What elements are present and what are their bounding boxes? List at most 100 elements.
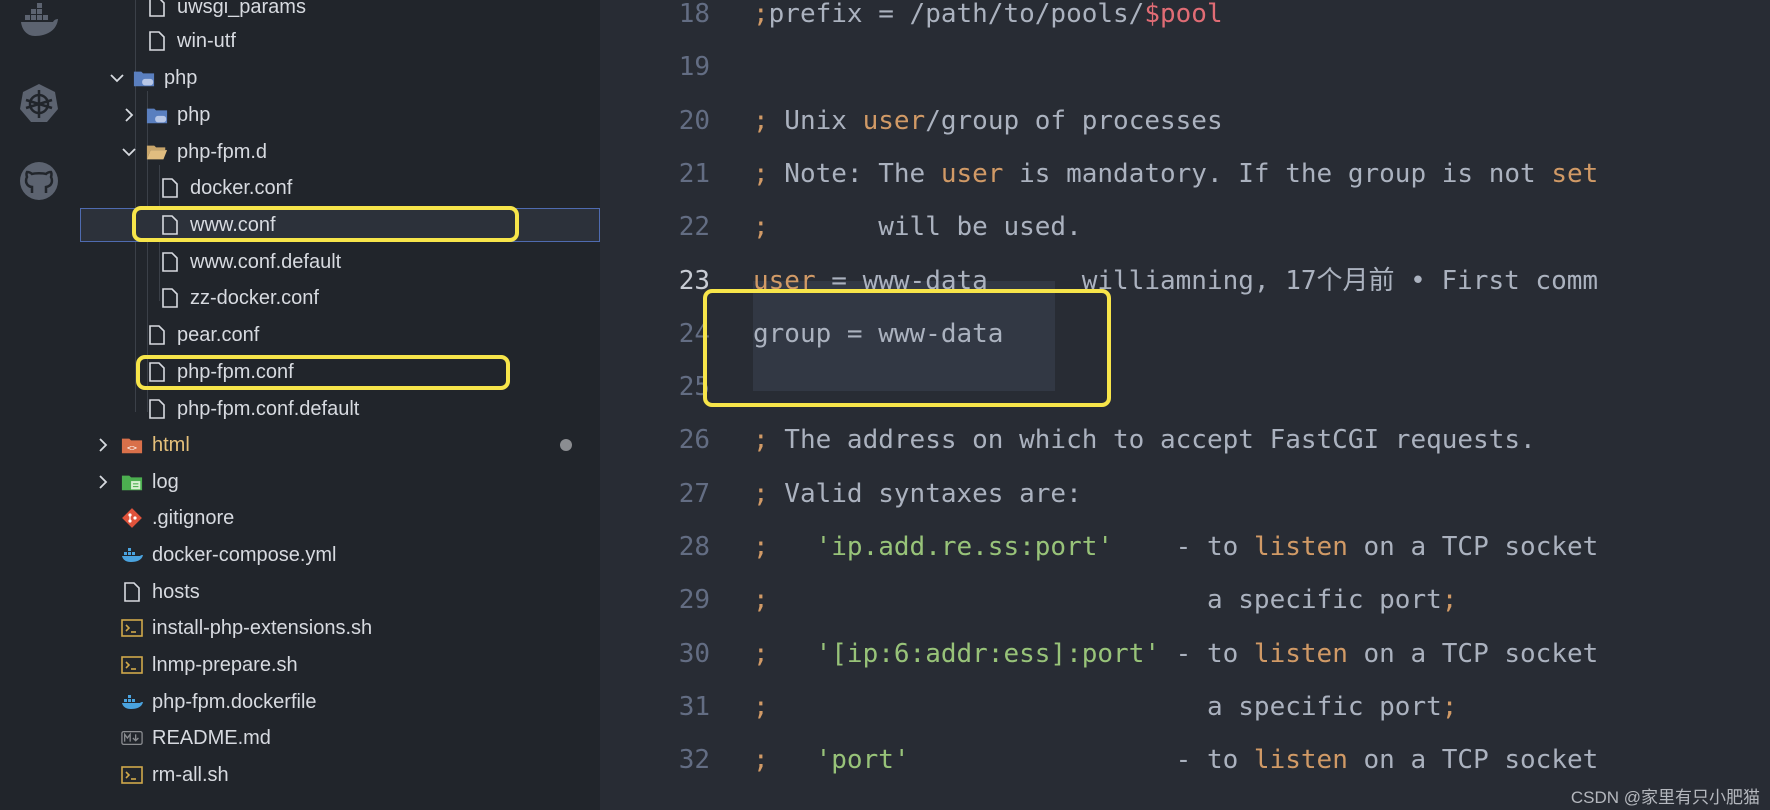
code-editor[interactable]: 18 ;prefix = /path/to/pools/$pool 19 20; Un… xyxy=(600,0,1770,810)
line-number: 29 xyxy=(678,585,710,616)
tree-item-rm-all[interactable]: rm-all.sh xyxy=(80,758,600,792)
code-token: ; xyxy=(753,0,769,29)
code-line[interactable]: 27; Valid syntaxes are: xyxy=(600,468,1770,521)
log-folder-icon xyxy=(121,471,143,493)
file-icon xyxy=(121,581,143,603)
tree-item-php-fpm-d[interactable]: php-fpm.d xyxy=(80,135,600,169)
code-line[interactable]: 26; The address on which to accept FastC… xyxy=(600,414,1770,467)
code-token: Unix xyxy=(768,105,863,136)
code-token: listen xyxy=(1253,532,1348,562)
file-icon xyxy=(146,0,168,18)
file-explorer: uwsgi_params win-utf php php php-fpm.d d… xyxy=(80,0,600,810)
code-text: ; a specific port; xyxy=(753,681,1457,734)
tree-item-hosts[interactable]: hosts xyxy=(80,575,600,609)
code-token: - to xyxy=(1160,638,1254,669)
code-token: - to xyxy=(1113,532,1254,562)
tree-item-www-conf-default[interactable]: www.conf.default xyxy=(80,245,600,279)
tree-item-label: php xyxy=(177,103,211,126)
file-icon xyxy=(146,324,168,346)
code-line[interactable]: 19 xyxy=(600,41,1770,94)
tree-item-pear-conf[interactable]: pear.conf xyxy=(80,318,600,352)
kubernetes-icon[interactable] xyxy=(18,82,60,124)
tree-item-log[interactable]: log xyxy=(80,465,600,499)
tree-item-docker-compose[interactable]: docker-compose.yml xyxy=(80,538,600,572)
terminal-icon xyxy=(121,654,143,676)
code-text: ; '[ip:6:addr:ess]:port' - to listen on … xyxy=(753,628,1598,681)
tree-item-html[interactable]: <> html xyxy=(80,428,600,462)
github-icon[interactable] xyxy=(18,160,60,202)
code-text: ; 'ip.add.re.ss:port' - to listen on a T… xyxy=(753,521,1598,574)
code-token: prefix = /path/to/pools/ xyxy=(768,0,1145,29)
code-line[interactable]: 28 ; 'ip.add.re.ss:port' - to listen on a… xyxy=(600,521,1770,574)
code-line[interactable]: 22 ; will be used. xyxy=(600,201,1770,254)
tree-item-label: uwsgi_params xyxy=(177,0,306,18)
docker-icon[interactable] xyxy=(18,0,60,42)
code-token: /group of processes xyxy=(925,105,1223,136)
tree-item-readme[interactable]: README.md xyxy=(80,721,600,755)
code-token: a specific port xyxy=(768,691,1442,722)
chevron-right-icon[interactable] xyxy=(122,108,136,122)
code-line[interactable]: 21 ; Note: The user is mandatory. If the … xyxy=(600,148,1770,201)
tree-item-gitignore[interactable]: .gitignore xyxy=(80,501,600,535)
code-token: 'ip.add.re.ss:port' xyxy=(815,532,1114,562)
code-line[interactable]: 29; a specific port; xyxy=(600,574,1770,627)
line-number: 21 xyxy=(678,158,710,189)
file-icon xyxy=(146,30,168,52)
tree-item-php-folder[interactable]: php xyxy=(80,61,600,95)
tree-item-label: php xyxy=(164,66,198,89)
code-text: ;prefix = /path/to/pools/$pool xyxy=(753,0,1223,41)
highlight-box xyxy=(703,289,1111,407)
code-token: a specific port xyxy=(768,585,1442,616)
tree-item-install-php-extensions[interactable]: install-php-extensions.sh xyxy=(80,611,600,645)
chevron-right-icon[interactable] xyxy=(96,438,110,452)
code-line[interactable]: 32; 'port' - to listen on a TCP socket xyxy=(600,734,1770,787)
chevron-right-icon[interactable] xyxy=(96,475,110,489)
tree-item-label: pear.conf xyxy=(177,323,260,346)
line-number: 24 xyxy=(678,318,710,349)
line-number: 31 xyxy=(678,691,710,722)
chevron-down-icon[interactable] xyxy=(122,145,136,159)
line-number: 18 xyxy=(678,0,710,29)
code-token: ; xyxy=(753,638,769,669)
line-number: 22 xyxy=(678,212,710,243)
tree-item-php-fpm-conf-default[interactable]: php-fpm.conf.default xyxy=(80,392,600,426)
tree-item-label: php-fpm.dockerfile xyxy=(152,690,317,713)
php-folder-icon xyxy=(146,104,168,126)
line-number: 28 xyxy=(678,532,710,562)
code-token: Valid syntaxes are: xyxy=(768,478,1082,509)
code-token: user xyxy=(940,158,1004,189)
tree-item-label: .gitignore xyxy=(152,506,235,529)
tree-item-zz-docker-conf[interactable]: zz-docker.conf xyxy=(80,281,600,315)
code-token: ; xyxy=(753,532,769,562)
tree-item-uwsgi-params[interactable]: uwsgi_params xyxy=(80,0,600,24)
tree-item-lnmp-prepare[interactable]: lnmp-prepare.sh xyxy=(80,648,600,682)
tree-item-label: README.md xyxy=(152,726,271,749)
code-text: ; Note: The user is mandatory. If the gr… xyxy=(753,148,1598,201)
code-token: 'port' xyxy=(815,745,910,776)
tree-item-php-fpm-dockerfile[interactable]: php-fpm.dockerfile xyxy=(80,685,600,719)
tree-item-docker-conf[interactable]: docker.conf xyxy=(80,171,600,205)
tree-item-label: install-php-extensions.sh xyxy=(152,616,373,639)
markdown-icon xyxy=(121,727,143,749)
line-number: 25 xyxy=(678,372,710,403)
chevron-down-icon[interactable] xyxy=(110,71,124,85)
code-text: ; will be used. xyxy=(753,201,1082,254)
line-number: 27 xyxy=(678,478,710,509)
code-line[interactable]: 18 ;prefix = /path/to/pools/$pool xyxy=(600,0,1770,41)
code-line[interactable]: 30; '[ip:6:addr:ess]:port' - to listen o… xyxy=(600,628,1770,681)
code-token: set xyxy=(1551,158,1599,189)
code-line[interactable]: 31 ; a specific port; xyxy=(600,681,1770,734)
code-token: ; xyxy=(753,425,769,456)
code-line[interactable]: 20; Unix user/group of processes xyxy=(600,95,1770,148)
tree-item-win-utf[interactable]: win-utf xyxy=(80,24,600,58)
tree-item-php-subfolder[interactable]: php xyxy=(80,98,600,132)
code-token: on a TCP socket xyxy=(1347,638,1599,669)
highlight-box xyxy=(136,355,510,390)
modified-indicator xyxy=(560,439,572,451)
code-token: on a TCP socket xyxy=(1347,745,1599,776)
code-token: ; xyxy=(753,478,769,509)
code-token: ; xyxy=(753,105,769,136)
file-icon xyxy=(159,177,181,199)
code-token: will be used. xyxy=(768,212,1082,243)
